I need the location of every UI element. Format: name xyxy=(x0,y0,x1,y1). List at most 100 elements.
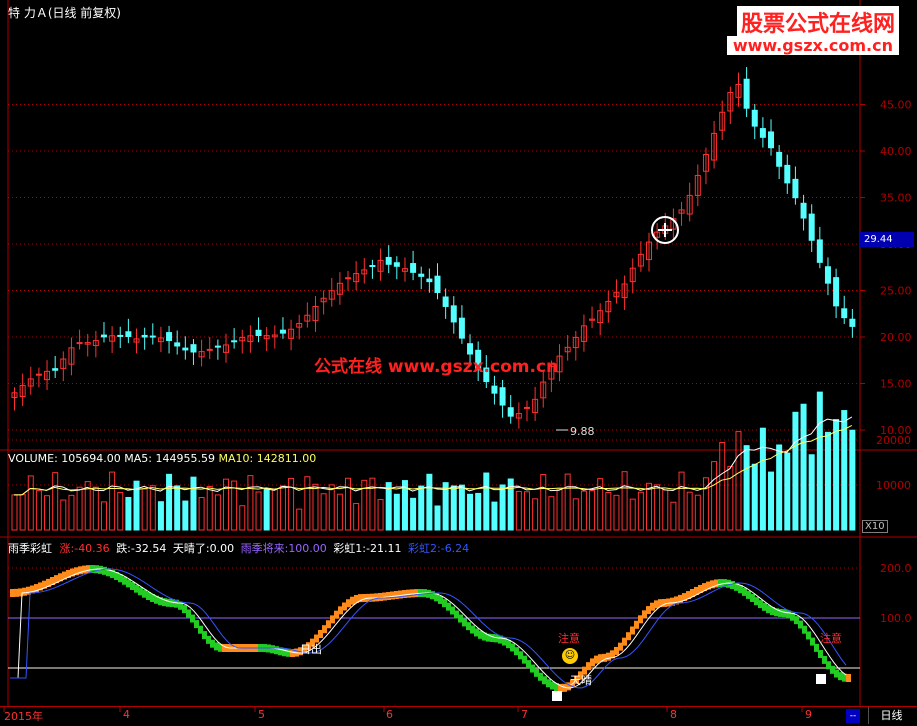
ma10-label: MA10: xyxy=(218,452,254,465)
candle-down xyxy=(426,278,433,283)
volume-bar xyxy=(19,494,26,531)
candle-down xyxy=(833,277,840,307)
volume-legend: VOLUME: 105694.00 MA5: 144955.59 MA10: 1… xyxy=(8,452,316,465)
volume-bar xyxy=(548,496,555,531)
volume-bar xyxy=(369,477,376,531)
volume-bar xyxy=(515,490,522,531)
qing-label: 天晴了: xyxy=(172,542,210,555)
qing-value: 0.00 xyxy=(209,542,235,555)
volume-bar xyxy=(467,493,474,531)
volume-bar xyxy=(92,486,99,531)
volume-bar xyxy=(271,488,278,531)
candle-down xyxy=(100,334,107,338)
price-tick-label: 35.00 xyxy=(880,192,912,205)
volume-bar xyxy=(491,501,498,531)
volume-bar xyxy=(125,496,132,531)
current-price-tag: 29.44 xyxy=(860,232,914,247)
volume-bar xyxy=(833,419,840,531)
candle-down xyxy=(182,347,189,351)
volume-bar xyxy=(214,494,221,531)
volume-bar xyxy=(816,391,823,531)
candle-down xyxy=(776,151,783,167)
volume-bar xyxy=(751,463,758,531)
candle-down xyxy=(499,387,506,406)
volume-bar xyxy=(418,485,425,531)
volume-bar xyxy=(44,495,51,531)
volume-bar xyxy=(76,486,83,531)
volume-bar xyxy=(182,500,189,531)
volume-bar xyxy=(654,484,661,531)
x-label-jul: 7 xyxy=(521,708,528,721)
ma10-value: 142811.00 xyxy=(256,452,317,465)
x-label-year: 2015年 xyxy=(4,710,43,723)
rainbow2-value: -6.24 xyxy=(440,542,470,555)
volume-bar xyxy=(646,482,652,531)
scroll-arrow-button[interactable]: -- xyxy=(846,709,860,723)
volume-bar xyxy=(580,490,587,531)
candle-down xyxy=(759,128,766,138)
volume-bar xyxy=(426,473,433,531)
volume-bar xyxy=(109,471,116,531)
volume-label: VOLUME: xyxy=(8,452,58,465)
rainbow-rise-block xyxy=(846,674,851,682)
period-button[interactable]: 日线 xyxy=(868,707,914,724)
volume-bar xyxy=(296,508,303,531)
candle-down xyxy=(434,275,441,293)
candle-down xyxy=(149,335,156,338)
signal-marker-sunny xyxy=(552,691,562,701)
candle-down xyxy=(442,296,449,307)
candle-down xyxy=(743,78,750,109)
volume-bar xyxy=(166,473,173,531)
volume-bar xyxy=(499,484,506,531)
annotation-attention-2: 注意 xyxy=(820,632,842,645)
candle-down xyxy=(768,131,775,149)
site-logo-text: 股票公式在线网 xyxy=(736,6,899,38)
candle-down xyxy=(141,334,148,338)
x-label-aug: 8 xyxy=(670,708,677,721)
volume-bar xyxy=(385,482,392,531)
sun-icon: ☺ xyxy=(562,648,578,664)
annotation-attention-1: 注意 xyxy=(558,632,580,645)
volume-bar xyxy=(540,474,547,531)
candle-down xyxy=(816,239,823,263)
volume-bar xyxy=(621,471,628,531)
volume-bar xyxy=(475,492,482,531)
candle-down xyxy=(800,202,807,219)
die-label: 跌: xyxy=(116,542,131,555)
rainbow1-value: -21.11 xyxy=(366,542,402,555)
volume-bar xyxy=(304,476,311,531)
candle-down xyxy=(824,266,831,284)
candle-down xyxy=(231,340,238,343)
volume-bar xyxy=(279,485,286,531)
volume-bar xyxy=(727,465,734,531)
candle-down xyxy=(385,256,392,265)
volume-bar xyxy=(288,477,295,531)
volume-bar xyxy=(662,489,669,531)
chart-title: 特 力Ａ(日线 前复权) xyxy=(8,6,121,20)
volume-bar xyxy=(141,488,148,531)
volume-bar xyxy=(377,499,384,531)
volume-bar xyxy=(157,501,164,531)
volume-bar xyxy=(483,472,490,531)
volume-bar xyxy=(784,452,791,531)
volume-tick-label: 10000 xyxy=(876,479,911,492)
rainbow2-label: 彩虹2: xyxy=(408,542,441,555)
candle-down xyxy=(279,329,286,334)
candle-down xyxy=(450,305,457,323)
candle-down xyxy=(125,331,132,338)
volume-bar xyxy=(808,454,815,531)
volume-unit-badge: X10 xyxy=(862,520,888,533)
candle-up xyxy=(76,342,83,345)
volume-bar xyxy=(719,442,726,531)
volume-bar xyxy=(312,483,319,531)
volume-bar xyxy=(35,490,42,531)
volume-bar xyxy=(60,499,67,531)
volume-bar xyxy=(711,461,718,531)
volume-bar xyxy=(247,475,254,531)
indicator-tick-label: 100.0 xyxy=(880,612,912,625)
candle-up xyxy=(35,373,42,376)
volume-bar xyxy=(849,429,856,531)
candle-down xyxy=(507,407,514,417)
x-label-sep: 9 xyxy=(805,708,812,721)
candle-down xyxy=(808,213,815,241)
